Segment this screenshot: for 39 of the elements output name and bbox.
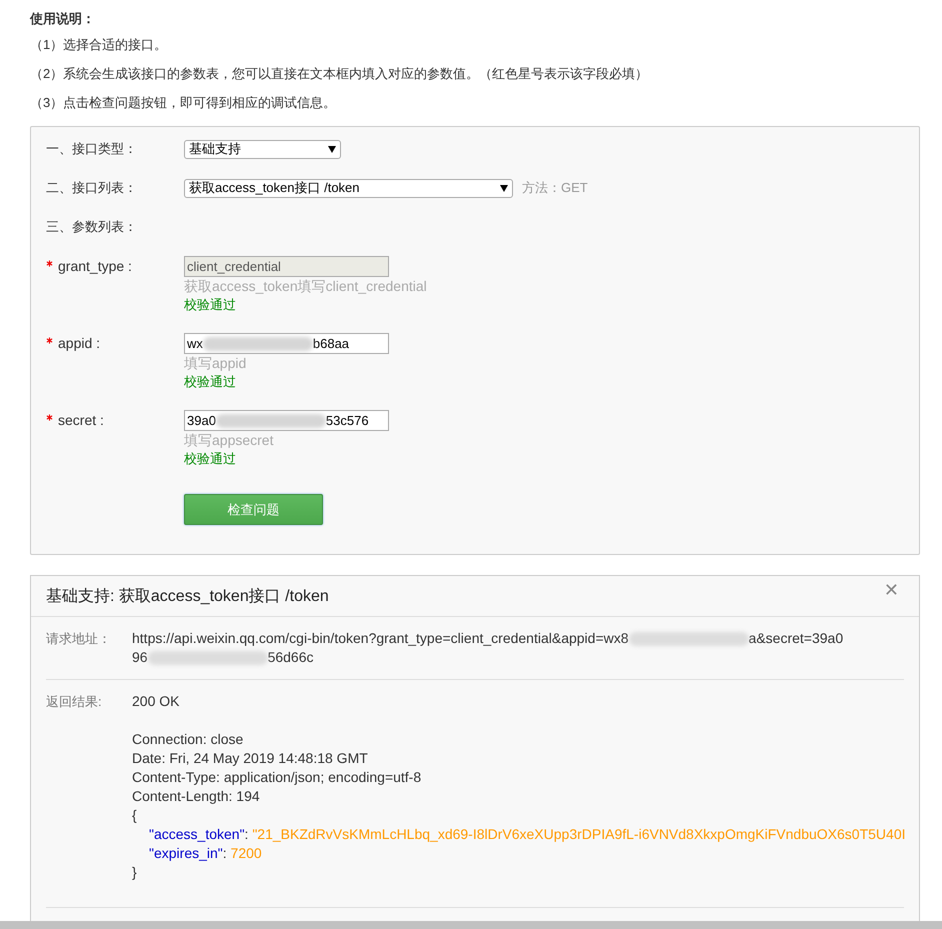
response-header: Connection: close (132, 730, 244, 749)
usage-step: （2）系统会生成该接口的参数表，您可以直接在文本框内填入对应的参数值。（红色星号表示该字段必填） (30, 59, 920, 88)
response-header: Content-Length: 194 (132, 787, 261, 806)
json-brace: } (132, 863, 138, 882)
usage-step: （3）点击检查问题按钮，即可得到相应的调试信息。 (30, 88, 920, 117)
field-label: 返回结果: (46, 693, 103, 711)
field-hint: 获取access_token填写client_credential (184, 277, 427, 296)
json-brace: { (132, 806, 138, 825)
json-field: "access_token": "21_BKZdRvVsKMmLcHLbq_xd69-I8lDrV6xeXUpp3rDPIA9fL-i6VNVd8XkxpOmgKiFVndbuOX6s0T5U40I (132, 825, 906, 844)
result-title: 基础支持: 获取access_token接口 /token (46, 586, 329, 606)
row-label: 一、接口类型： (46, 140, 138, 158)
request-url: 96 56d66c (132, 648, 315, 667)
field-label: 请求地址： (46, 630, 112, 648)
method-label: 方法：GET (522, 179, 588, 197)
validation-status: 校验通过 (184, 450, 236, 467)
dropdown[interactable]: 获取access_token接口 /token (184, 178, 513, 198)
usage-step: （1）选择合适的接口。 (30, 30, 920, 59)
field-hint: 填写appsecret (184, 431, 274, 450)
row-label: 三、参数列表： (46, 218, 138, 236)
response-header: Content-Type: application/json; encoding=utf-8 (132, 768, 422, 787)
input-field: client_credential (184, 256, 389, 277)
input-field[interactable]: 39a0 53c576 (184, 410, 389, 431)
usage-title: 使用说明： (30, 10, 96, 28)
caret-icon (328, 146, 336, 152)
dropdown[interactable]: 基础支持 (184, 140, 341, 158)
row-label: 二、接口列表： (46, 179, 138, 197)
validation-status: 校验通过 (184, 296, 236, 313)
param-name: secret : (46, 410, 184, 467)
param-name: appid : (46, 333, 184, 390)
json-field: "expires_in": 7200 (132, 844, 906, 863)
input-field[interactable]: wx b68aa (184, 333, 389, 354)
request-url: https://api.weixin.qq.com/cgi-bin/token?grant_type=client_credential&appid=wx8 a&secret=39a0 (132, 629, 844, 648)
response-header: Date: Fri, 24 May 2019 14:48:18 GMT (132, 749, 369, 768)
horizontal-scrollbar[interactable] (0, 921, 942, 929)
param-name: grant_type : (46, 256, 184, 313)
caret-icon (500, 184, 508, 192)
validation-status: 校验通过 (184, 373, 236, 390)
response-status: 200 OK (132, 692, 180, 711)
field-hint: 填写appid (184, 354, 246, 373)
